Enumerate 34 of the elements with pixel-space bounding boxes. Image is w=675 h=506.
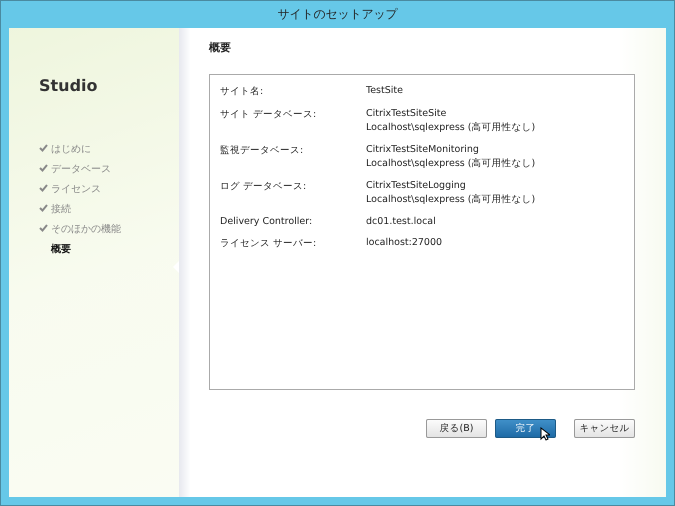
wizard-step[interactable]: 接続 [39, 199, 179, 219]
field-value: CitrixTestSiteMonitoring [366, 144, 480, 155]
wizard-step[interactable]: データベース [39, 159, 179, 179]
pointer-icon [540, 427, 550, 441]
wizard-step[interactable]: そのほかの機能 [39, 219, 179, 239]
field-label: サイト名: [220, 85, 264, 98]
check-icon [39, 184, 48, 192]
field-value: Localhost\sqlexpress (高可用性なし) [366, 157, 536, 170]
field-value: CitrixTestSiteSite [366, 108, 448, 119]
dialog-button[interactable]: キャンセル [574, 419, 635, 438]
field-label: ライセンス サーバー: [220, 237, 318, 250]
field-label: Delivery Controller: [220, 216, 314, 227]
check-icon [39, 204, 48, 212]
field-value: CitrixTestSiteLogging [366, 180, 467, 191]
field-value: Localhost\sqlexpress (高可用性なし) [366, 193, 536, 206]
page-heading: 概要 [209, 40, 232, 56]
field-value: dc01.test.local [366, 216, 436, 227]
field-label: 監視データベース: [220, 144, 304, 158]
field-value: TestSite [366, 85, 403, 96]
step-pointer [173, 261, 179, 273]
dialog-button[interactable]: 戻る(B) [426, 419, 487, 438]
wizard-step[interactable]: ライセンス [39, 179, 179, 199]
check-icon [39, 164, 48, 172]
check-icon [39, 224, 48, 232]
field-value: localhost:27000 [366, 237, 442, 248]
wizard-step[interactable]: 概要 [39, 239, 179, 259]
check-icon [39, 144, 48, 152]
field-value: Localhost\sqlexpress (高可用性なし) [366, 121, 536, 134]
field-label: ログ データベース: [220, 180, 308, 194]
dialog-button[interactable]: 完了 [495, 419, 556, 438]
window-title: サイトのセットアップ [276, 6, 399, 23]
app-title: Studio [39, 76, 98, 95]
field-label: サイト データベース: [220, 108, 318, 122]
wizard-step[interactable]: はじめに [39, 139, 179, 159]
